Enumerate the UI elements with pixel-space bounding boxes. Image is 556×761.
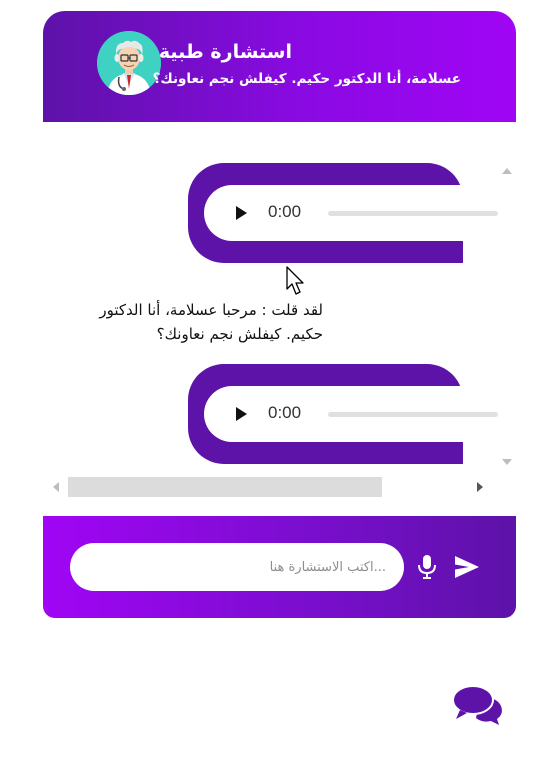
audio-time: 0:00	[268, 202, 302, 221]
audio-progress-bar[interactable]	[328, 211, 498, 216]
scroll-up-arrow-icon[interactable]	[502, 168, 512, 174]
user-audio-message: 0:00	[188, 163, 504, 263]
chat-header: استشارة طبية عسلامة، أنا الدكتور حكيم. ك…	[43, 11, 516, 122]
chat-messages[interactable]: 0:00 لقد قلت : مرحبا عسلامة، أنا الدكتور…	[43, 122, 516, 527]
audio-player[interactable]: 0:00	[204, 185, 504, 241]
play-icon[interactable]	[236, 206, 247, 220]
bot-message: لقد قلت : مرحبا عسلامة، أنا الدكتور حكيم…	[99, 301, 323, 343]
chat-subtitle: عسلامة، أنا الدكتور حكيم. كيفلش نجم نعاو…	[152, 71, 461, 87]
chat-input-bar	[43, 516, 516, 618]
audio-progress-bar[interactable]	[328, 412, 498, 417]
horizontal-scrollbar[interactable]	[51, 476, 486, 498]
audio-time: 0:00	[268, 403, 302, 422]
chat-window: استشارة طبية عسلامة، أنا الدكتور حكيم. ك…	[43, 11, 516, 618]
microphone-icon[interactable]	[416, 554, 438, 580]
play-icon[interactable]	[236, 407, 247, 421]
send-icon[interactable]	[453, 553, 481, 581]
scroll-right-arrow-icon[interactable]	[477, 482, 483, 492]
mouse-pointer-icon	[286, 266, 304, 295]
chat-title: استشارة طبية	[158, 41, 292, 63]
message-input[interactable]	[70, 543, 404, 591]
chat-bubbles-icon[interactable]	[452, 684, 504, 726]
scrollbar-thumb[interactable]	[68, 477, 382, 497]
scroll-left-arrow-icon[interactable]	[53, 482, 59, 492]
user-audio-message: 0:00	[188, 364, 504, 464]
scroll-down-arrow-icon[interactable]	[502, 459, 512, 465]
doctor-avatar-icon	[97, 31, 161, 95]
audio-player[interactable]: 0:00	[204, 386, 504, 442]
